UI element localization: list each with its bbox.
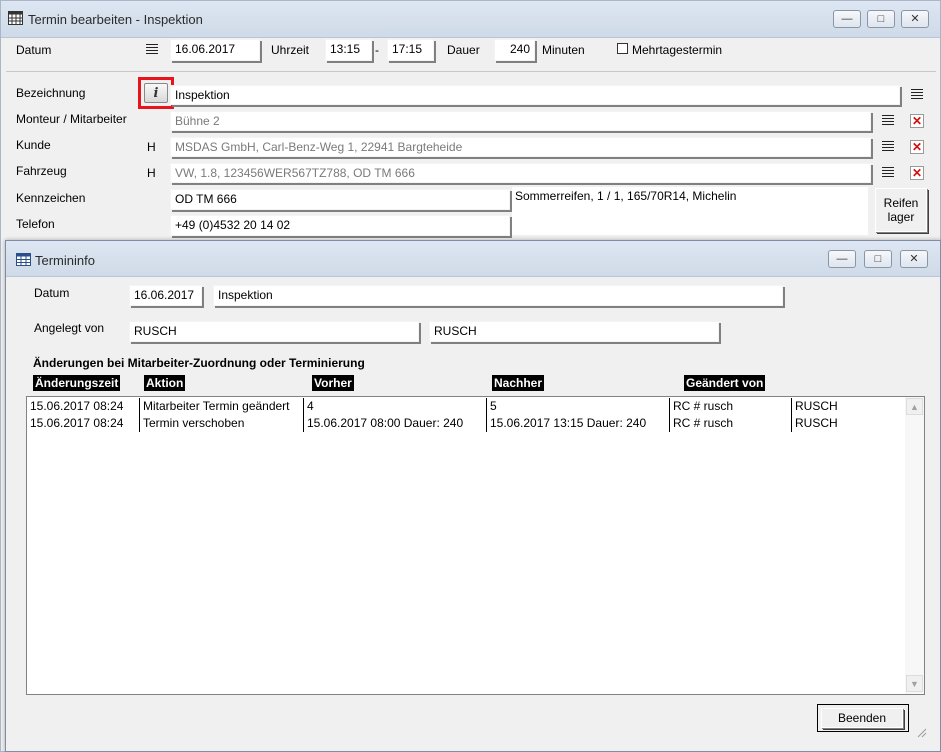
date-picker-icon[interactable] — [146, 44, 158, 54]
table-cell: 15.06.2017 08:00 Dauer: 240 — [303, 415, 486, 432]
child-close-button[interactable]: ✕ — [900, 250, 928, 268]
kennzeichen-label: Kennzeichen — [16, 191, 86, 205]
scroll-up-icon: ▲ — [910, 401, 919, 412]
termininfo-window: Termininfo — □ ✕ Datum 16.06.2017 Inspek… — [5, 240, 941, 752]
table-cell: Mitarbeiter Termin geändert — [139, 398, 303, 415]
table-icon — [16, 253, 31, 269]
reifen-info-text: Sommerreifen, 1 / 1, 165/70R14, Michelin — [515, 189, 737, 203]
termininfo-title: Termininfo — [35, 253, 95, 268]
changes-list[interactable]: 15.06.2017 08:24 Mitarbeiter Termin geän… — [26, 396, 925, 695]
reifen-info-box: Sommerreifen, 1 / 1, 165/70R14, Michelin — [512, 187, 868, 235]
table-cell: RC # rusch — [669, 415, 791, 432]
fahrzeug-marker: H — [147, 166, 156, 180]
reifen-lager-button[interactable]: Reifen lager — [875, 188, 927, 232]
vertical-scrollbar[interactable]: ▲ ▼ — [905, 397, 924, 694]
beenden-button-face: Beenden — [821, 708, 903, 728]
table-row[interactable]: 15.06.2017 08:24 Mitarbeiter Termin geän… — [27, 398, 905, 415]
termininfo-datum-label: Datum — [34, 286, 70, 300]
mehrtagestermin-label: Mehrtagestermin — [632, 43, 723, 57]
fahrzeug-delete-icon[interactable]: ✕ — [910, 166, 924, 180]
dauer-unit: Minuten — [542, 43, 585, 57]
minimize-icon: — — [841, 12, 853, 25]
beenden-button[interactable]: Beenden — [817, 704, 909, 732]
table-cell: 15.06.2017 08:24 — [30, 399, 124, 413]
fahrzeug-label: Fahrzeug — [16, 164, 67, 178]
bezeichnung-label: Bezeichnung — [16, 86, 86, 100]
uhrzeit-separator: - — [375, 43, 379, 57]
column-header-nachher[interactable]: Nachher — [492, 375, 545, 391]
maximize-icon: □ — [877, 12, 885, 25]
table-cell: 5 — [486, 398, 669, 415]
close-window-button[interactable]: ✕ — [901, 10, 929, 28]
child-maximize-button[interactable]: □ — [864, 250, 892, 268]
table-cell: 15.06.2017 08:24 — [30, 416, 124, 430]
termininfo-bezeichnung-field: Inspektion — [213, 285, 783, 306]
monteur-delete-icon[interactable]: ✕ — [910, 114, 924, 128]
kunde-list-icon[interactable] — [882, 141, 894, 151]
angelegt-von-label: Angelegt von — [34, 321, 105, 335]
termininfo-datum-field: 16.06.2017 — [129, 285, 202, 306]
telefon-label: Telefon — [16, 217, 55, 231]
monteur-list-icon[interactable] — [882, 115, 894, 125]
section-title: Änderungen bei Mitarbeiter-Zuordnung ode… — [33, 356, 365, 370]
reifen-lager-line2: lager — [887, 210, 915, 224]
scroll-down-icon: ▼ — [910, 678, 919, 689]
info-icon: i — [153, 85, 159, 101]
child-minimize-button[interactable]: — — [828, 250, 856, 268]
uhrzeit-from-field[interactable]: 13:15 — [325, 39, 372, 61]
fahrzeug-list-icon[interactable] — [882, 167, 894, 177]
uhrzeit-to-field[interactable]: 17:15 — [387, 39, 434, 61]
table-cell: Termin verschoben — [139, 415, 303, 432]
angelegt-von-field-1: RUSCH — [129, 321, 419, 342]
kennzeichen-field[interactable]: OD TM 666 — [170, 189, 510, 210]
reifen-lager-line1: Reifen — [883, 196, 919, 210]
main-window-title: Termin bearbeiten - Inspektion — [28, 12, 203, 27]
kunde-delete-icon[interactable]: ✕ — [910, 140, 924, 154]
monteur-field[interactable]: Bühne 2 — [170, 111, 871, 131]
table-cell: 15.06.2017 13:15 Dauer: 240 — [486, 415, 669, 432]
fahrzeug-field[interactable]: VW, 1.8, 123456WER567TZ788, OD TM 666 — [170, 163, 871, 183]
kunde-label: Kunde — [16, 138, 51, 152]
scroll-up-button[interactable]: ▲ — [906, 398, 923, 415]
close-icon: ✕ — [910, 12, 920, 25]
kunde-marker: H — [147, 140, 156, 154]
divider — [6, 71, 936, 72]
close-icon: ✕ — [909, 252, 919, 265]
bezeichnung-list-icon[interactable] — [911, 89, 923, 99]
telefon-field[interactable]: +49 (0)4532 20 14 02 — [170, 215, 510, 236]
table-cell: 4 — [303, 398, 486, 415]
monteur-label: Monteur / Mitarbeiter — [16, 112, 127, 126]
minimize-button[interactable]: — — [833, 10, 861, 28]
calendar-icon — [8, 11, 23, 28]
angelegt-von-field-2: RUSCH — [429, 321, 719, 342]
kunde-field[interactable]: MSDAS GmbH, Carl-Benz-Weg 1, 22941 Bargt… — [170, 137, 871, 157]
column-header-vorher[interactable]: Vorher — [312, 375, 354, 391]
termininfo-titlebar[interactable]: Termininfo — □ ✕ — [6, 241, 940, 277]
table-cell: RUSCH — [791, 398, 905, 415]
info-button[interactable]: i — [144, 83, 168, 103]
dauer-field[interactable]: 240 — [494, 39, 535, 61]
maximize-button[interactable]: □ — [867, 10, 895, 28]
mehrtagestermin-checkbox[interactable] — [617, 43, 628, 54]
minimize-icon: — — [836, 252, 848, 265]
uhrzeit-label: Uhrzeit — [271, 43, 310, 57]
column-header-geaendert-von[interactable]: Geändert von — [684, 375, 766, 391]
dauer-label: Dauer — [447, 43, 480, 57]
table-cell: RUSCH — [791, 415, 905, 432]
table-row[interactable]: 15.06.2017 08:24 Termin verschoben 15.06… — [27, 415, 905, 432]
resize-grip-icon[interactable] — [915, 726, 927, 741]
scroll-down-button[interactable]: ▼ — [906, 675, 923, 692]
table-cell: RC # rusch — [669, 398, 791, 415]
info-highlight: i — [138, 77, 174, 109]
column-header-aenderungszeit[interactable]: Änderungszeit — [33, 375, 121, 391]
datum-label: Datum — [16, 43, 52, 57]
maximize-icon: □ — [874, 252, 882, 265]
column-header-aktion[interactable]: Aktion — [144, 375, 186, 391]
bezeichnung-field[interactable]: Inspektion — [170, 85, 900, 105]
main-titlebar[interactable]: Termin bearbeiten - Inspektion — □ ✕ — [1, 1, 940, 38]
datum-field[interactable]: 16.06.2017 — [170, 39, 260, 61]
beenden-label: Beenden — [837, 711, 887, 725]
